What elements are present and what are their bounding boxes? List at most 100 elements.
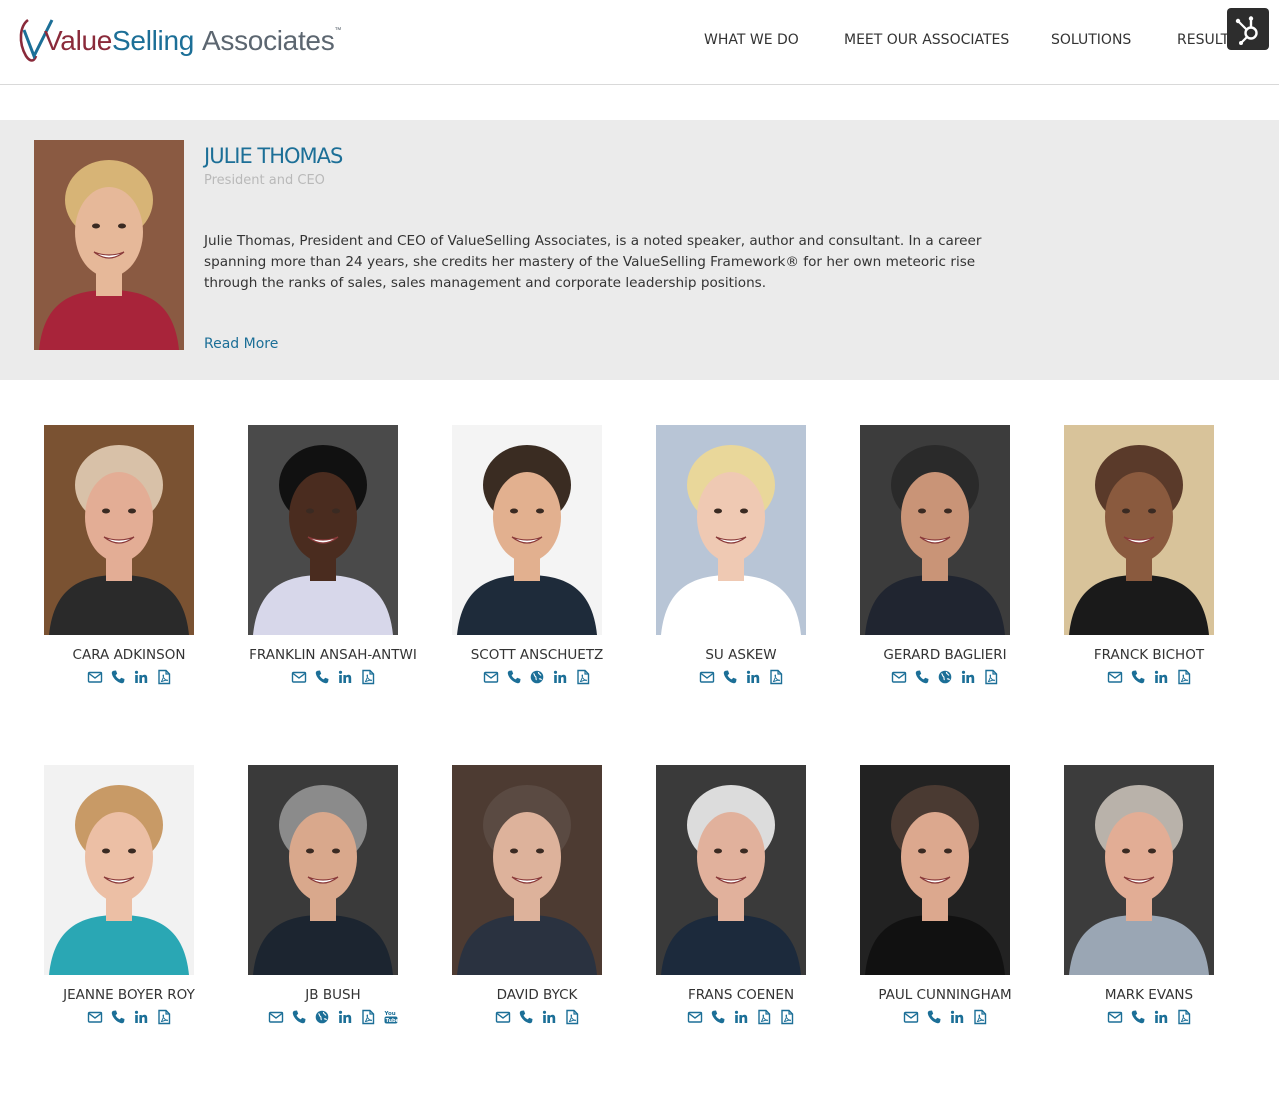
associate-contact-icons [231,668,435,686]
associate-contact-icons: You Tube [231,1008,435,1026]
associate-contact-icons [435,668,639,686]
email-icon[interactable] [903,1009,919,1025]
linkedin-icon[interactable] [541,1009,557,1025]
pdf-icon[interactable] [972,1009,988,1025]
pdf-icon[interactable] [156,1009,172,1025]
phone-icon[interactable] [110,669,126,685]
svg-text:Tube: Tube [385,1018,398,1024]
pdf-icon[interactable] [360,1009,376,1025]
svg-text:You: You [383,1011,395,1017]
associate-photo[interactable] [452,765,602,975]
email-icon[interactable] [87,1009,103,1025]
linkedin-icon[interactable] [552,669,568,685]
phone-icon[interactable] [506,669,522,685]
associate-photo[interactable] [656,425,806,635]
associate-photo[interactable] [248,425,398,635]
linkedin-icon[interactable] [745,669,761,685]
associate-name: FRANS COENEN [687,987,795,1003]
linkedin-icon[interactable] [133,669,149,685]
linkedin-icon[interactable] [337,669,353,685]
nav-meet-our-associates[interactable]: MEET OUR ASSOCIATES [844,32,1009,48]
associate-contact-icons [843,1008,1047,1026]
associate-contact-icons [843,668,1047,686]
associate-name: DAVID BYCK [496,987,578,1003]
associate-photo[interactable] [860,425,1010,635]
associate-photo[interactable] [44,425,194,635]
pdf-icon[interactable] [768,669,784,685]
phone-icon[interactable] [722,669,738,685]
linkedin-icon[interactable] [1153,1009,1169,1025]
linkedin-icon[interactable] [337,1009,353,1025]
hubspot-sprocket-icon[interactable] [1227,8,1269,50]
phone-icon[interactable] [914,669,930,685]
featured-title: President and CEO [204,173,325,188]
linkedin-icon[interactable] [733,1009,749,1025]
email-icon[interactable] [699,669,715,685]
pdf-icon[interactable] [1176,669,1192,685]
associate-contact-icons [639,668,843,686]
pdf-icon[interactable] [564,1009,580,1025]
associate-name: FRANCK BICHOT [1093,647,1205,663]
email-icon[interactable] [483,669,499,685]
associate-name: PAUL CUNNINGHAM [878,987,1012,1003]
email-icon[interactable] [891,669,907,685]
globe-icon[interactable] [314,1009,330,1025]
associate-photo[interactable] [860,765,1010,975]
pdf-icon[interactable] [156,669,172,685]
pdf-icon[interactable] [779,1009,795,1025]
associate-name: FRANKLIN ANSAH-ANTWI [249,647,417,663]
featured-name: JULIE THOMAS [204,144,343,168]
associate-photo[interactable] [656,765,806,975]
phone-icon[interactable] [1130,669,1146,685]
associate-name: GERARD BAGLIERI [883,647,1007,663]
pdf-icon[interactable] [360,669,376,685]
globe-icon[interactable] [937,669,953,685]
read-more-link[interactable]: Read More [204,336,278,352]
email-icon[interactable] [1107,669,1123,685]
nav-what-we-do[interactable]: WHAT WE DO [704,32,799,48]
pdf-icon[interactable] [575,669,591,685]
associate-contact-icons [1047,1008,1251,1026]
associate-photo[interactable] [248,765,398,975]
email-icon[interactable] [1107,1009,1123,1025]
phone-icon[interactable] [1130,1009,1146,1025]
associate-contact-icons [639,1008,843,1026]
associate-photo[interactable] [44,765,194,975]
associate-contact-icons [435,1008,639,1026]
associate-contact-icons [27,1008,231,1026]
associate-name: SCOTT ANSCHUETZ [470,647,604,663]
associate-name: MARK EVANS [1104,987,1194,1003]
associate-photo[interactable] [1064,425,1214,635]
associate-contact-icons [1047,668,1251,686]
linkedin-icon[interactable] [1153,669,1169,685]
linkedin-icon[interactable] [949,1009,965,1025]
pdf-icon[interactable] [983,669,999,685]
phone-icon[interactable] [314,669,330,685]
main-nav: WHAT WE DO MEET OUR ASSOCIATES SOLUTIONS… [0,32,1279,52]
associate-photo[interactable] [452,425,602,635]
associate-name: JB BUSH [305,987,361,1003]
associate-name: JEANNE BOYER ROY [63,987,195,1003]
associate-name: CARA ADKINSON [72,647,186,663]
email-icon[interactable] [291,669,307,685]
email-icon[interactable] [687,1009,703,1025]
associate-contact-icons [27,668,231,686]
phone-icon[interactable] [110,1009,126,1025]
phone-icon[interactable] [710,1009,726,1025]
phone-icon[interactable] [291,1009,307,1025]
email-icon[interactable] [495,1009,511,1025]
pdf-icon[interactable] [756,1009,772,1025]
associate-photo[interactable] [1064,765,1214,975]
featured-photo [34,140,184,350]
nav-solutions[interactable]: SOLUTIONS [1051,32,1131,48]
email-icon[interactable] [87,669,103,685]
linkedin-icon[interactable] [133,1009,149,1025]
phone-icon[interactable] [926,1009,942,1025]
linkedin-icon[interactable] [960,669,976,685]
globe-icon[interactable] [529,669,545,685]
youtube-icon[interactable]: You Tube [383,1009,399,1025]
pdf-icon[interactable] [1176,1009,1192,1025]
associate-name: SU ASKEW [705,647,777,663]
email-icon[interactable] [268,1009,284,1025]
phone-icon[interactable] [518,1009,534,1025]
